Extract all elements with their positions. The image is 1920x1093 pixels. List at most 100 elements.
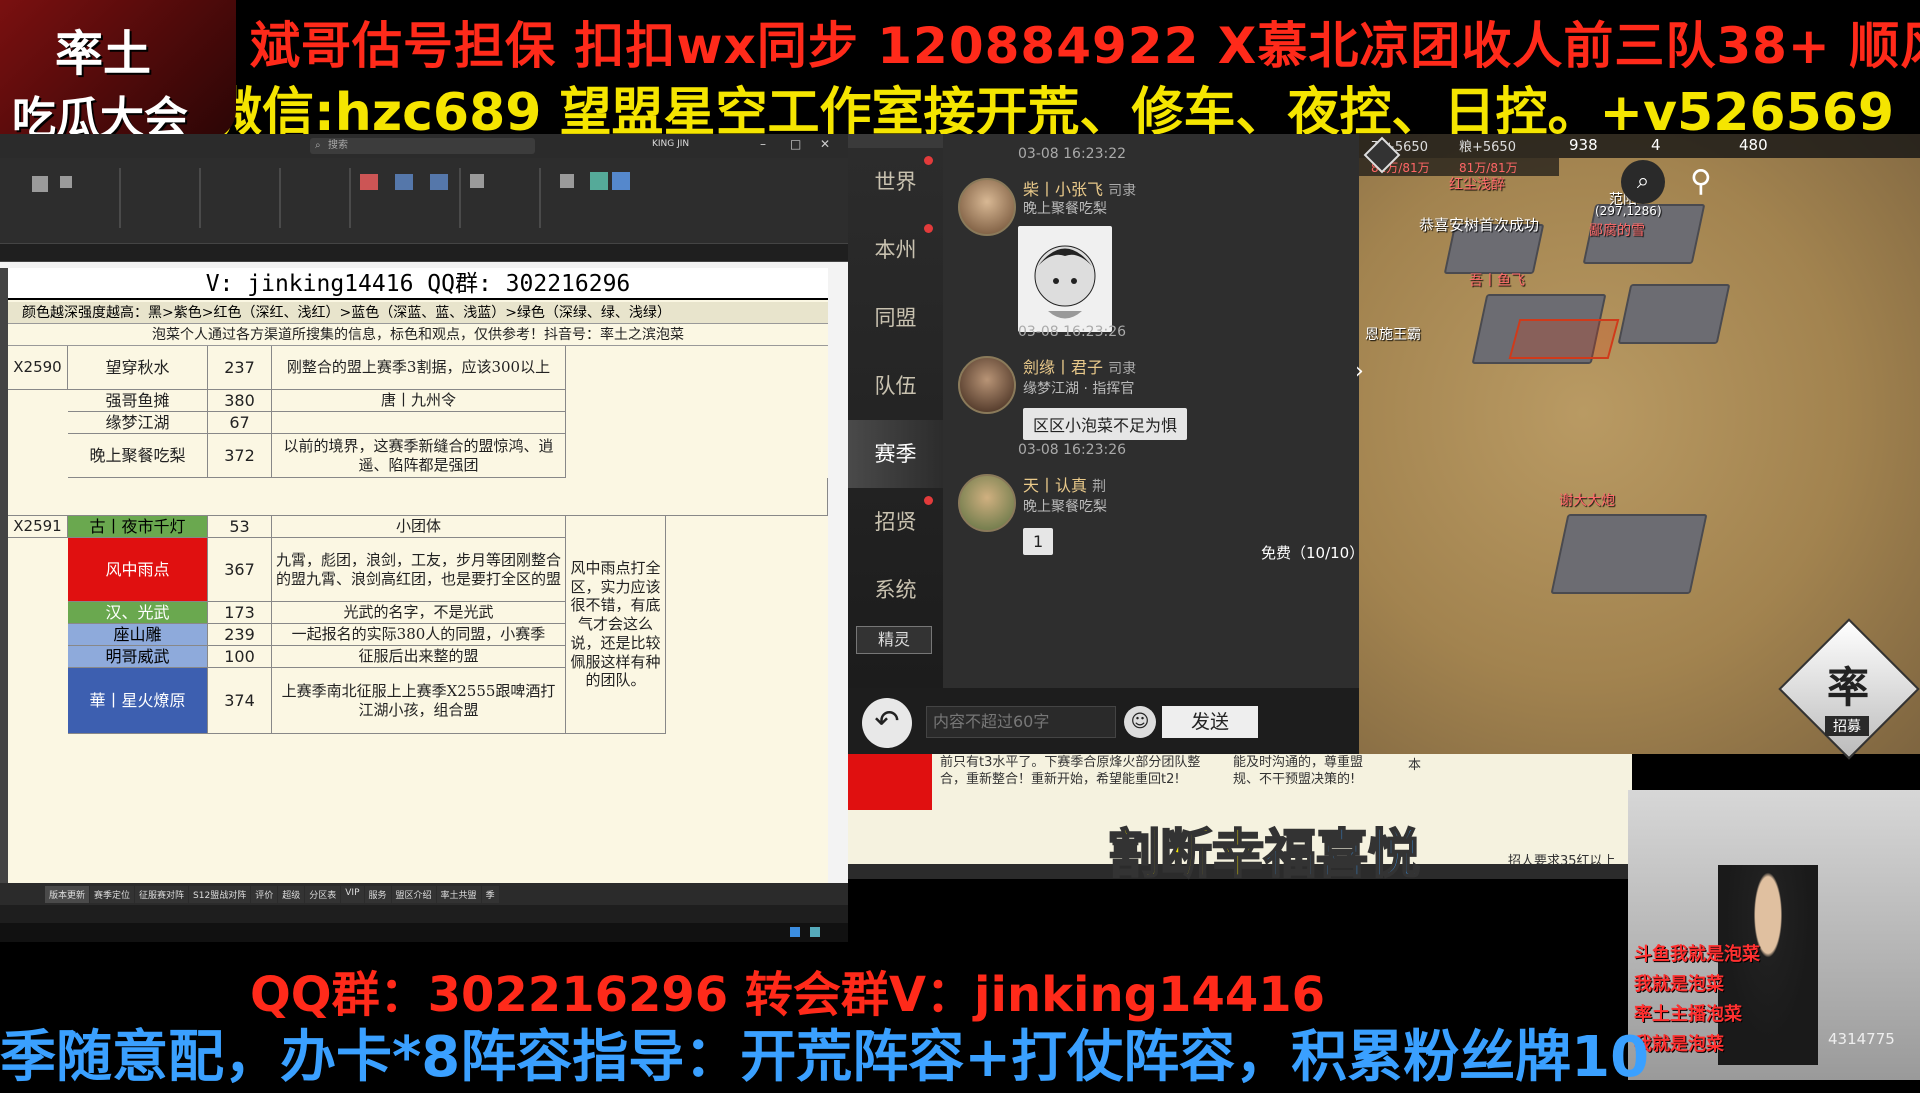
ribbon-toolbar-icons[interactable] bbox=[0, 158, 848, 244]
map-player-label[interactable]: 谢大大炮 bbox=[1559, 490, 1615, 510]
minimize-icon[interactable]: – bbox=[760, 137, 766, 151]
member-count-cell[interactable]: 239 bbox=[208, 624, 272, 646]
alliance-name-cell[interactable]: 风中雨点 bbox=[68, 538, 208, 602]
sticker-image[interactable] bbox=[1018, 226, 1112, 332]
channel-label: 本州 bbox=[874, 238, 917, 262]
comment-cell[interactable]: 征服后出来整的盟 bbox=[272, 646, 566, 668]
sheet-tab[interactable]: 版本更新 bbox=[45, 886, 90, 903]
sheet-tab[interactable]: 服务 bbox=[364, 886, 391, 903]
seal-character: 率 bbox=[1827, 663, 1870, 712]
excel-search-box[interactable]: ⌕ 搜索 bbox=[310, 138, 535, 154]
free-message-count: 免费（10/10） bbox=[1261, 544, 1365, 562]
overlay-caption-part: 福喜悦 bbox=[1263, 824, 1421, 886]
channel-label: 队伍 bbox=[874, 374, 917, 398]
channel-spirit[interactable]: 精灵 bbox=[856, 626, 932, 654]
channel-world[interactable]: 世界 bbox=[848, 148, 943, 216]
toutiao-label: 我就是泡菜 bbox=[1634, 1034, 1724, 1055]
empty-row[interactable] bbox=[8, 478, 828, 516]
channel-state[interactable]: 本州 bbox=[848, 216, 943, 284]
recruit-label[interactable]: 招募 bbox=[1825, 716, 1869, 736]
stream-logo: 率土 吃瓜大会 bbox=[0, 0, 236, 140]
sheet-tab[interactable]: 超级 bbox=[278, 886, 305, 903]
sheet-tab[interactable]: 季 bbox=[481, 886, 499, 903]
member-count-cell[interactable]: 237 bbox=[208, 346, 272, 390]
spreadsheet-grid[interactable]: V: jinking14416 QQ群: 302216296 颜色越深强度越高：… bbox=[8, 268, 828, 883]
comment-cell[interactable]: 小团体 bbox=[272, 516, 566, 538]
member-count-cell[interactable]: 374 bbox=[208, 668, 272, 734]
maximize-icon[interactable]: □ bbox=[790, 137, 801, 151]
avatar[interactable] bbox=[958, 356, 1016, 414]
server-cell[interactable]: X2590 bbox=[8, 346, 68, 390]
channel-recruit[interactable]: 招贤 bbox=[848, 488, 943, 556]
side-comment-cell[interactable]: 风中雨点打全区，实力应该很不错，有底气才会这么说，还是比较佩服这样有种的团队。 bbox=[566, 516, 666, 734]
avatar[interactable] bbox=[958, 474, 1016, 532]
back-arrow-icon[interactable]: ↶ bbox=[862, 698, 912, 748]
chevron-right-icon[interactable]: › bbox=[1355, 359, 1373, 389]
alliance-name-cell[interactable]: 古丨夜市千灯 bbox=[68, 516, 208, 538]
taskbar-app-icons[interactable] bbox=[0, 923, 848, 942]
member-count-cell[interactable]: 367 bbox=[208, 538, 272, 602]
map-player-label[interactable]: 恩施王霸 bbox=[1365, 324, 1421, 344]
alliance-name-cell[interactable]: 汉、光武 bbox=[68, 602, 208, 624]
search-icon[interactable]: ⌕ bbox=[1621, 160, 1665, 204]
channel-season[interactable]: 赛季 bbox=[848, 420, 943, 488]
message-time: 03-08 16:23:26 bbox=[1018, 324, 1127, 340]
comment-cell[interactable]: 刚整合的盟上赛季3割据，应该300以上 bbox=[272, 346, 566, 390]
map-coordinates: (297,1286) bbox=[1595, 204, 1662, 218]
alliance-name-cell[interactable]: 晚上聚餐吃梨 bbox=[68, 434, 208, 478]
map-player-label[interactable]: 鄙腐的雪 bbox=[1589, 220, 1645, 240]
comment-cell[interactable]: 以前的境界，这赛季新缝合的盟惊鸿、逍遥、陷阵都是强团 bbox=[272, 434, 566, 478]
emoji-icon[interactable]: ☺ bbox=[1124, 706, 1156, 738]
sheet-tab[interactable]: S12盟战对阵 bbox=[189, 886, 251, 903]
member-count-cell[interactable]: 67 bbox=[208, 412, 272, 434]
excel-window: ⌕ 搜索 KING JIN – □ ✕ V: jinking14416 QQ群:… bbox=[0, 134, 848, 942]
sheet-tab[interactable]: 分区表 bbox=[305, 886, 341, 903]
comment-cell[interactable]: 九霄，彪团，浪剑，工友，步月等团刚整合的盟九霄、浪剑高红团，也是要打全区的盟 bbox=[272, 538, 566, 602]
map-player-label[interactable]: 吾丨鱼飞 bbox=[1469, 270, 1525, 290]
formula-bar[interactable] bbox=[0, 244, 848, 262]
sheet-tab[interactable]: 征服赛对阵 bbox=[135, 886, 189, 903]
comment-cell[interactable]: 唐丨九州令 bbox=[272, 390, 566, 412]
alliance-name-cell[interactable]: 强哥鱼摊 bbox=[68, 390, 208, 412]
sheet-tab[interactable]: 率土共盟 bbox=[436, 886, 481, 903]
comment-cell[interactable]: 上赛季南北征服上上赛季X2555跟啤酒打江湖小孩，组合盟 bbox=[272, 668, 566, 734]
message-time: 03-08 16:23:26 bbox=[1018, 442, 1127, 458]
sheet-tab[interactable]: VIP bbox=[341, 886, 364, 903]
red-cell bbox=[848, 754, 932, 810]
close-icon[interactable]: ✕ bbox=[820, 137, 830, 151]
sheet-tab[interactable]: 赛季定位 bbox=[90, 886, 135, 903]
alliance-name-cell[interactable]: 華丨星火燎原 bbox=[68, 668, 208, 734]
alliance-name-cell[interactable]: 望穿秋水 bbox=[68, 346, 208, 390]
channel-alliance[interactable]: 同盟 bbox=[848, 284, 943, 352]
comment-cell[interactable]: 一起报名的实际380人的同盟，小赛季 bbox=[272, 624, 566, 646]
alliance-name-cell[interactable]: 座山雕 bbox=[68, 624, 208, 646]
map-player-label[interactable]: 红尘浅醉 bbox=[1449, 174, 1505, 194]
member-count-cell[interactable]: 100 bbox=[208, 646, 272, 668]
alliance-name-cell[interactable]: 缘梦江湖 bbox=[68, 412, 208, 434]
occupied-tile-highlight[interactable] bbox=[1508, 319, 1620, 359]
send-button[interactable]: 发送 bbox=[1162, 706, 1258, 738]
sheet-tab[interactable]: 评价 bbox=[251, 886, 278, 903]
unread-dot bbox=[924, 224, 933, 233]
sheet-tab[interactable]: 盟区介绍 bbox=[391, 886, 436, 903]
channel-system[interactable]: 系统 bbox=[848, 556, 943, 624]
location-pin-icon[interactable]: ⚲ bbox=[1683, 160, 1719, 204]
chat-input[interactable]: 内容不超过60字 bbox=[926, 706, 1116, 738]
webcam-feed: 斗鱼我就是泡菜 我就是泡菜 率土主播泡菜 我就是泡菜 4314775 bbox=[1628, 790, 1920, 1080]
member-count-cell[interactable]: 380 bbox=[208, 390, 272, 412]
avatar[interactable] bbox=[958, 178, 1016, 236]
comment-cell[interactable]: 光武的名字，不是光武 bbox=[272, 602, 566, 624]
city-building[interactable] bbox=[1550, 514, 1708, 594]
account-name: KING JIN bbox=[652, 139, 690, 149]
world-map[interactable]: 石+5650 粮+5650 938 4 480 81万/81万 81万/81万 … bbox=[1355, 134, 1920, 760]
member-count-cell[interactable]: 372 bbox=[208, 434, 272, 478]
channel-team[interactable]: 队伍 bbox=[848, 352, 943, 420]
member-count-cell[interactable]: 53 bbox=[208, 516, 272, 538]
sheet-snippet: 前只有t3水平了。下赛季合原烽火部分团队整合，重新整合！重新开始，希望能重回t2… bbox=[940, 755, 1201, 787]
city-building[interactable] bbox=[1617, 284, 1731, 344]
alliance-name-cell[interactable]: 明哥威武 bbox=[68, 646, 208, 668]
comment-cell[interactable] bbox=[272, 412, 566, 434]
server-cell[interactable]: X2591 bbox=[8, 516, 68, 538]
unread-dot bbox=[924, 156, 933, 165]
member-count-cell[interactable]: 173 bbox=[208, 602, 272, 624]
